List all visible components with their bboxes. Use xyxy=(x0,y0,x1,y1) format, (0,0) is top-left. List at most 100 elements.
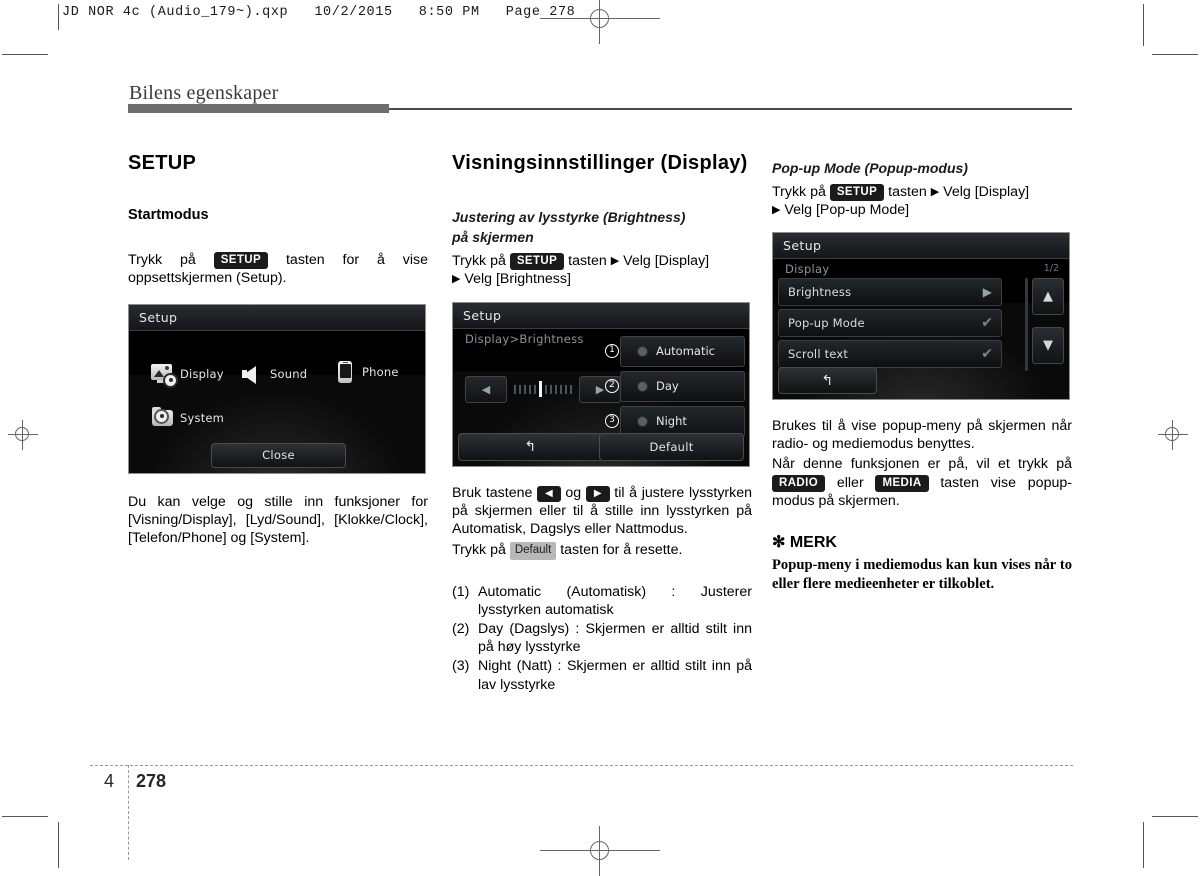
crop-mark-top-left-v xyxy=(58,4,59,30)
registration-mark-bottom xyxy=(540,826,660,876)
slider-ticks xyxy=(514,381,572,398)
checkmark-icon: ✔ xyxy=(981,346,993,363)
back-arrow-icon: ↰ xyxy=(524,438,537,455)
list-row-scroll-text[interactable]: Scroll text ✔ xyxy=(778,340,1002,369)
slider-left-arrow-button[interactable]: ◀ xyxy=(465,375,507,403)
key-badge-right-arrow: ▶ xyxy=(585,485,610,503)
speaker-icon xyxy=(241,363,265,385)
display-gear-icon xyxy=(151,363,176,386)
column-middle: Visningsinnstillinger (Display) Justerin… xyxy=(452,152,752,695)
registration-mark-right xyxy=(1158,420,1188,450)
callout-number-3: 3 xyxy=(605,414,619,429)
brightness-usage-paragraph: Bruk tastene ◀ og ▶ til å justere lyssty… xyxy=(452,484,752,539)
list-row-scroll-text-label: Scroll text xyxy=(788,347,849,362)
subsection-brightness-line1: Justering av lysstyrke (Brightness) xyxy=(452,209,686,225)
brightness-option-night[interactable]: 3 Night xyxy=(605,405,745,437)
setup-home-screenshot: Setup Display Sound Phone System Close xyxy=(128,303,426,474)
list-item-text: Night (Natt) : Skjermen er alltid stilt … xyxy=(478,658,752,693)
path-arrow-icon: ▶ xyxy=(930,185,940,198)
crop-mark-bottom-left-v xyxy=(58,822,59,868)
footer-chapter-number: 4 xyxy=(104,771,115,791)
path-text-mid: tasten xyxy=(568,253,607,269)
brightness-reset-paragraph: Trykk på Default tasten for å resette. xyxy=(452,541,752,560)
subsection-popup-mode: Pop-up Mode (Popup-modus) xyxy=(772,160,968,176)
crop-mark-bottom-left-h xyxy=(2,816,48,817)
list-item-text: Day (Dagslys) : Skjermen er alltid stilt… xyxy=(478,621,752,656)
brightness-slider[interactable]: ◀ ▶ xyxy=(465,375,621,403)
radio-dot-icon xyxy=(637,415,648,427)
registration-mark-left xyxy=(8,420,38,450)
screen-breadcrumb: Display xyxy=(785,262,830,277)
crop-mark-top-right-h xyxy=(1152,54,1198,55)
crop-mark-top-right-v xyxy=(1143,4,1144,46)
brightness-option-automatic[interactable]: 1 Automatic xyxy=(605,335,745,367)
section-title-display-settings: Visningsinnstillinger (Display) xyxy=(452,152,748,174)
brightness-path-paragraph: Trykk på SETUP tasten ▶ Velg [Display] ▶… xyxy=(452,252,752,289)
path-step-1: Velg [Display] xyxy=(623,253,710,269)
scroll-up-button[interactable]: ▲ xyxy=(1032,278,1064,316)
scroll-down-button[interactable]: ▼ xyxy=(1032,327,1064,365)
list-item: (2) Day (Dagslys) : Skjermen er alltid st… xyxy=(452,620,752,656)
setup-item-system[interactable]: System xyxy=(151,406,225,429)
path-step-2: Velg [Brightness] xyxy=(464,271,571,288)
chapter-heading: Bilens egenskaper xyxy=(129,82,279,104)
key-badge-radio: RADIO xyxy=(772,474,826,492)
usage-text-pre: Bruk tastene xyxy=(452,484,533,501)
page-title: SETUP xyxy=(128,152,197,174)
radio-dot-icon xyxy=(637,345,648,357)
brightness-option-night-label: Night xyxy=(656,414,687,429)
screen-title: Setup xyxy=(783,238,822,254)
setup-item-phone-label: Phone xyxy=(362,364,399,379)
brightness-screenshot: Setup Display>Brightness ◀ ▶ 1 Automatic… xyxy=(452,301,750,467)
setup-item-phone[interactable]: Phone xyxy=(333,360,399,383)
back-button[interactable]: ↰ xyxy=(458,432,603,461)
path-text-pre: Trykk på xyxy=(772,183,826,200)
note-body: Popup-meny i mediemodus kan kun vises nå… xyxy=(772,557,1072,593)
back-button[interactable]: ↰ xyxy=(778,367,877,395)
scrollbar-track[interactable] xyxy=(1025,278,1028,372)
subsection-brightness-line2: på skjermen xyxy=(452,228,534,245)
path-text-pre: Trykk på xyxy=(452,253,506,269)
subsection-startmodus: Startmodus xyxy=(128,207,209,223)
list-item-text: Automatic (Automatisk) : Justerer lyssty… xyxy=(478,583,752,618)
popup-path-paragraph: Trykk på SETUP tasten ▶ Velg [Display] ▶… xyxy=(772,183,1072,220)
path-step-2: Velg [Pop-up Mode] xyxy=(784,201,910,218)
chapter-rule-thin xyxy=(389,108,1072,110)
default-button[interactable]: Default xyxy=(599,432,744,461)
crop-mark-top-left-h xyxy=(2,54,48,55)
footer-page-number: 278 xyxy=(136,771,167,791)
radio-dot-icon xyxy=(637,380,648,392)
list-row-brightness-label: Brightness xyxy=(788,285,852,300)
setup-item-system-label: System xyxy=(180,410,225,425)
chapter-rule-thick xyxy=(128,104,389,113)
path-arrow-icon: ▶ xyxy=(610,255,620,267)
usage-text-mid: eller xyxy=(836,474,864,491)
list-row-brightness[interactable]: Brightness ▶ xyxy=(778,278,1002,307)
setup-item-sound[interactable]: Sound xyxy=(241,363,307,385)
setup-item-display-label: Display xyxy=(180,366,224,381)
path-arrow-icon-2: ▶ xyxy=(772,203,781,216)
folder-gear-icon xyxy=(151,406,175,429)
brightness-mode-list: (1) Automatic (Automatisk) : Justerer lys… xyxy=(452,583,752,694)
footer-dashed-rule xyxy=(90,765,1073,766)
reset-text-pre: Trykk på xyxy=(452,542,506,559)
key-badge-left-arrow: ◀ xyxy=(537,485,561,503)
path-text-mid: tasten xyxy=(888,183,927,200)
key-badge-setup: SETUP xyxy=(829,183,885,201)
brightness-option-day-label: Day xyxy=(656,379,679,394)
setup-item-sound-label: Sound xyxy=(270,366,308,381)
setup-caption-paragraph: Du kan velge og stille inn funksjoner fo… xyxy=(128,493,428,546)
checkmark-icon: ✔ xyxy=(981,315,993,332)
crop-mark-bottom-right-h xyxy=(1152,816,1198,817)
close-button[interactable]: Close xyxy=(211,442,346,468)
screen-breadcrumb: Display>Brightness xyxy=(465,331,584,346)
key-badge-setup: SETUP xyxy=(213,252,269,270)
setup-item-display[interactable]: Display xyxy=(151,363,224,386)
brightness-option-automatic-label: Automatic xyxy=(656,344,715,359)
note-title: ✻ MERK xyxy=(772,534,837,552)
popup-description-paragraph: Brukes til å vise popup-meny på skjermen… xyxy=(772,418,1072,453)
chevron-right-icon: ▶ xyxy=(982,285,992,300)
brightness-option-day[interactable]: 2 Day xyxy=(605,370,745,402)
callout-number-2: 2 xyxy=(605,379,619,394)
list-row-popup-mode[interactable]: Pop-up Mode ✔ xyxy=(778,309,1002,338)
